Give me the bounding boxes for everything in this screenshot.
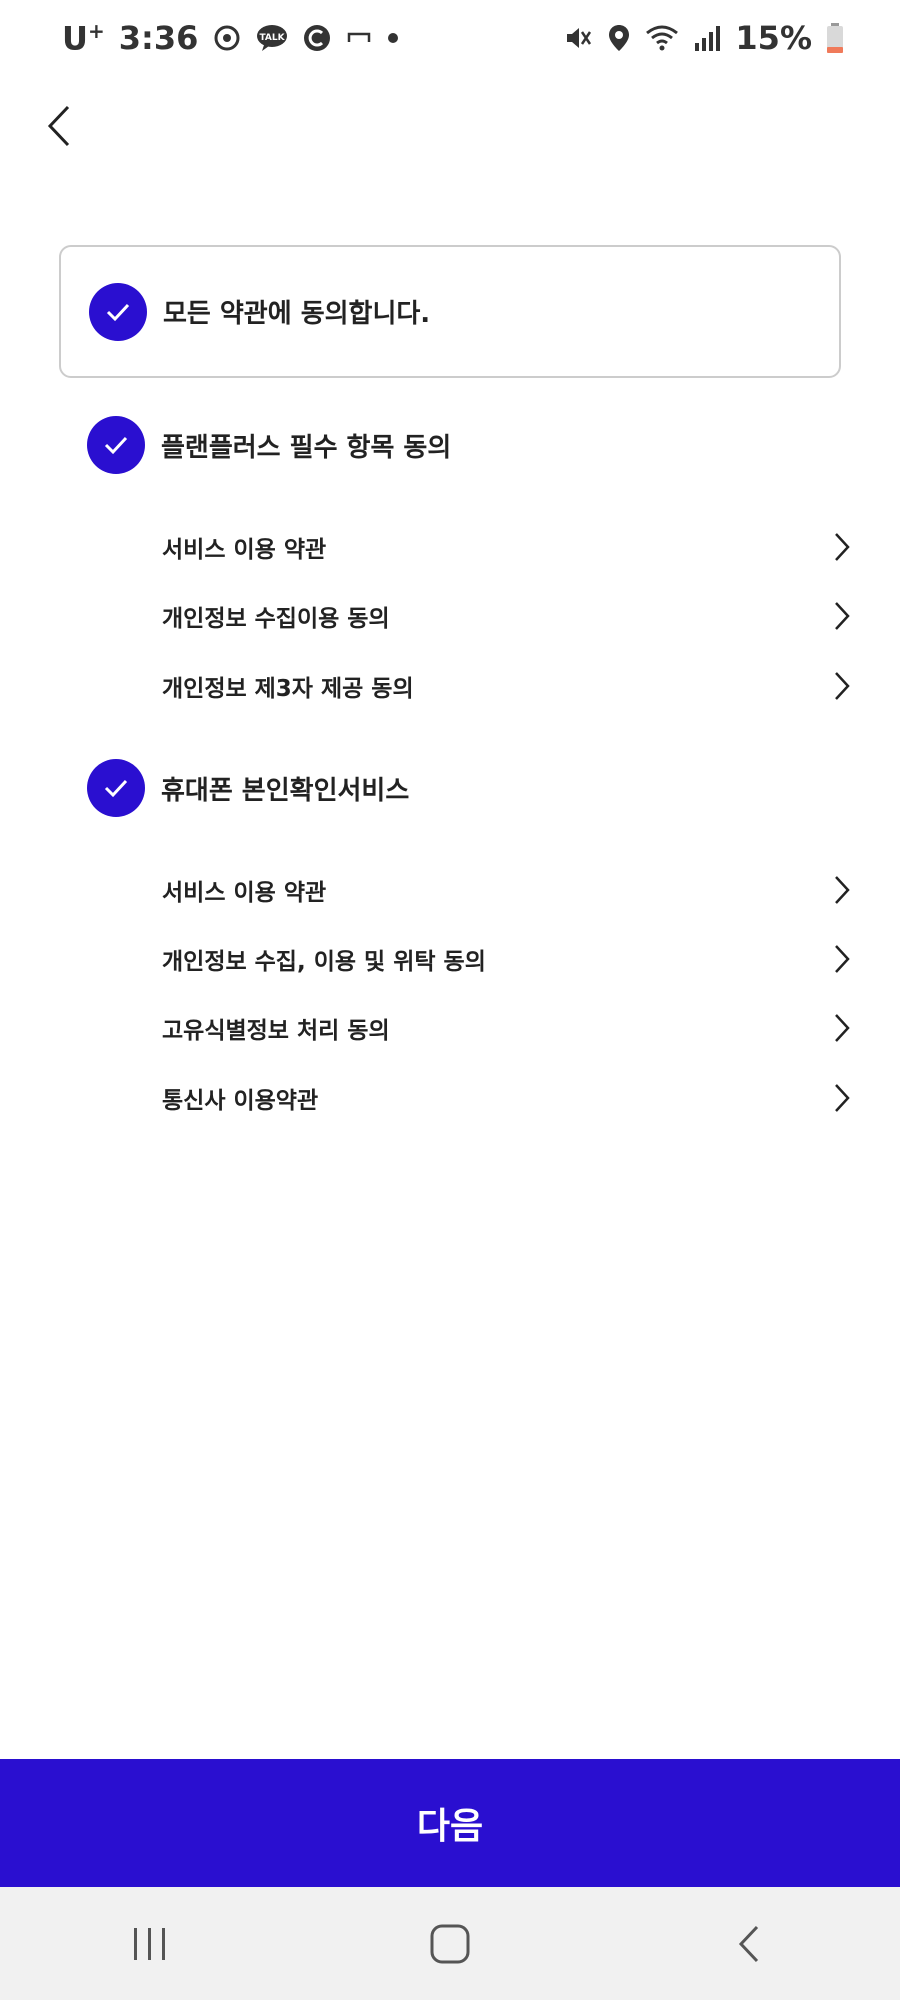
status-bar-left: U+ 3:36 TALK (62, 18, 400, 58)
term-row-privacy-consignment[interactable]: 개인정보 수집, 이용 및 위탁 동의 (162, 931, 852, 987)
svg-text:TALK: TALK (260, 33, 286, 43)
notification-dot-icon (386, 31, 400, 45)
home-button[interactable] (410, 1904, 490, 1984)
term-row-carrier-terms[interactable]: 통신사 이용약관 (162, 1070, 852, 1126)
term-row-third-party[interactable]: 개인정보 제3자 제공 동의 (162, 658, 852, 714)
system-nav-bar (0, 1887, 900, 2000)
check-icon (87, 759, 145, 817)
wifi-icon (645, 23, 679, 53)
back-arrow-icon (47, 105, 70, 147)
home-icon (430, 1924, 470, 1963)
chevron-right-icon (832, 531, 852, 563)
group-phone-verification-checkbox[interactable]: 휴대폰 본인확인서비스 (87, 759, 409, 817)
terms-agreement-screen: U+ 3:36 TALK 15% 모든 약관에 동의합니다. 플랜플러스 필수 … (0, 0, 900, 2000)
term-label: 통신사 이용약관 (162, 1088, 319, 1114)
status-time: 3:36 (118, 19, 199, 57)
group-title: 플랜플러스 필수 항목 동의 (161, 432, 452, 463)
chevron-right-icon (832, 670, 852, 702)
term-row-service-terms-2[interactable]: 서비스 이용 약관 (162, 862, 852, 918)
check-icon (87, 416, 145, 474)
status-bar-right: 15% (563, 19, 844, 57)
carrier-label: U+ (62, 18, 105, 58)
term-label: 개인정보 수집, 이용 및 위탁 동의 (162, 949, 486, 975)
chevron-right-icon (832, 943, 852, 975)
group-title: 휴대폰 본인확인서비스 (161, 775, 410, 806)
check-icon (89, 282, 147, 341)
chevron-right-icon (832, 874, 852, 906)
c-app-icon (302, 23, 332, 53)
battery-icon (826, 22, 844, 54)
term-label: 개인정보 수집이용 동의 (162, 606, 390, 632)
chevron-right-icon (832, 1012, 852, 1044)
chevron-right-icon (832, 1082, 852, 1114)
chevron-right-icon (832, 600, 852, 632)
recent-apps-icon (134, 1927, 165, 1960)
group-planplus-checkbox[interactable]: 플랜플러스 필수 항목 동의 (87, 416, 451, 474)
sync-icon (212, 23, 242, 53)
mute-icon (563, 23, 593, 53)
screen-icon (346, 28, 372, 48)
agree-all-checkbox[interactable]: 모든 약관에 동의합니다. (59, 245, 841, 378)
recent-apps-button[interactable] (110, 1904, 190, 1984)
kakaotalk-icon: TALK (256, 23, 288, 53)
status-bar: U+ 3:36 TALK 15% (0, 0, 900, 76)
back-button[interactable] (34, 96, 84, 156)
term-row-unique-id[interactable]: 고유식별정보 처리 동의 (162, 1000, 852, 1056)
system-back-icon (738, 1925, 759, 1962)
term-row-privacy-collection[interactable]: 개인정보 수집이용 동의 (162, 588, 852, 644)
term-label: 서비스 이용 약관 (162, 880, 327, 906)
system-back-button[interactable] (710, 1904, 790, 1984)
signal-icon (693, 23, 721, 53)
term-label: 서비스 이용 약관 (162, 537, 327, 563)
battery-percent: 15% (735, 19, 812, 57)
agree-all-label: 모든 약관에 동의합니다. (163, 299, 431, 329)
term-row-service-terms[interactable]: 서비스 이용 약관 (162, 519, 852, 575)
term-label: 고유식별정보 처리 동의 (162, 1018, 390, 1044)
term-label: 개인정보 제3자 제공 동의 (162, 676, 414, 702)
location-icon (607, 23, 631, 53)
next-button[interactable]: 다음 (0, 1759, 900, 1887)
